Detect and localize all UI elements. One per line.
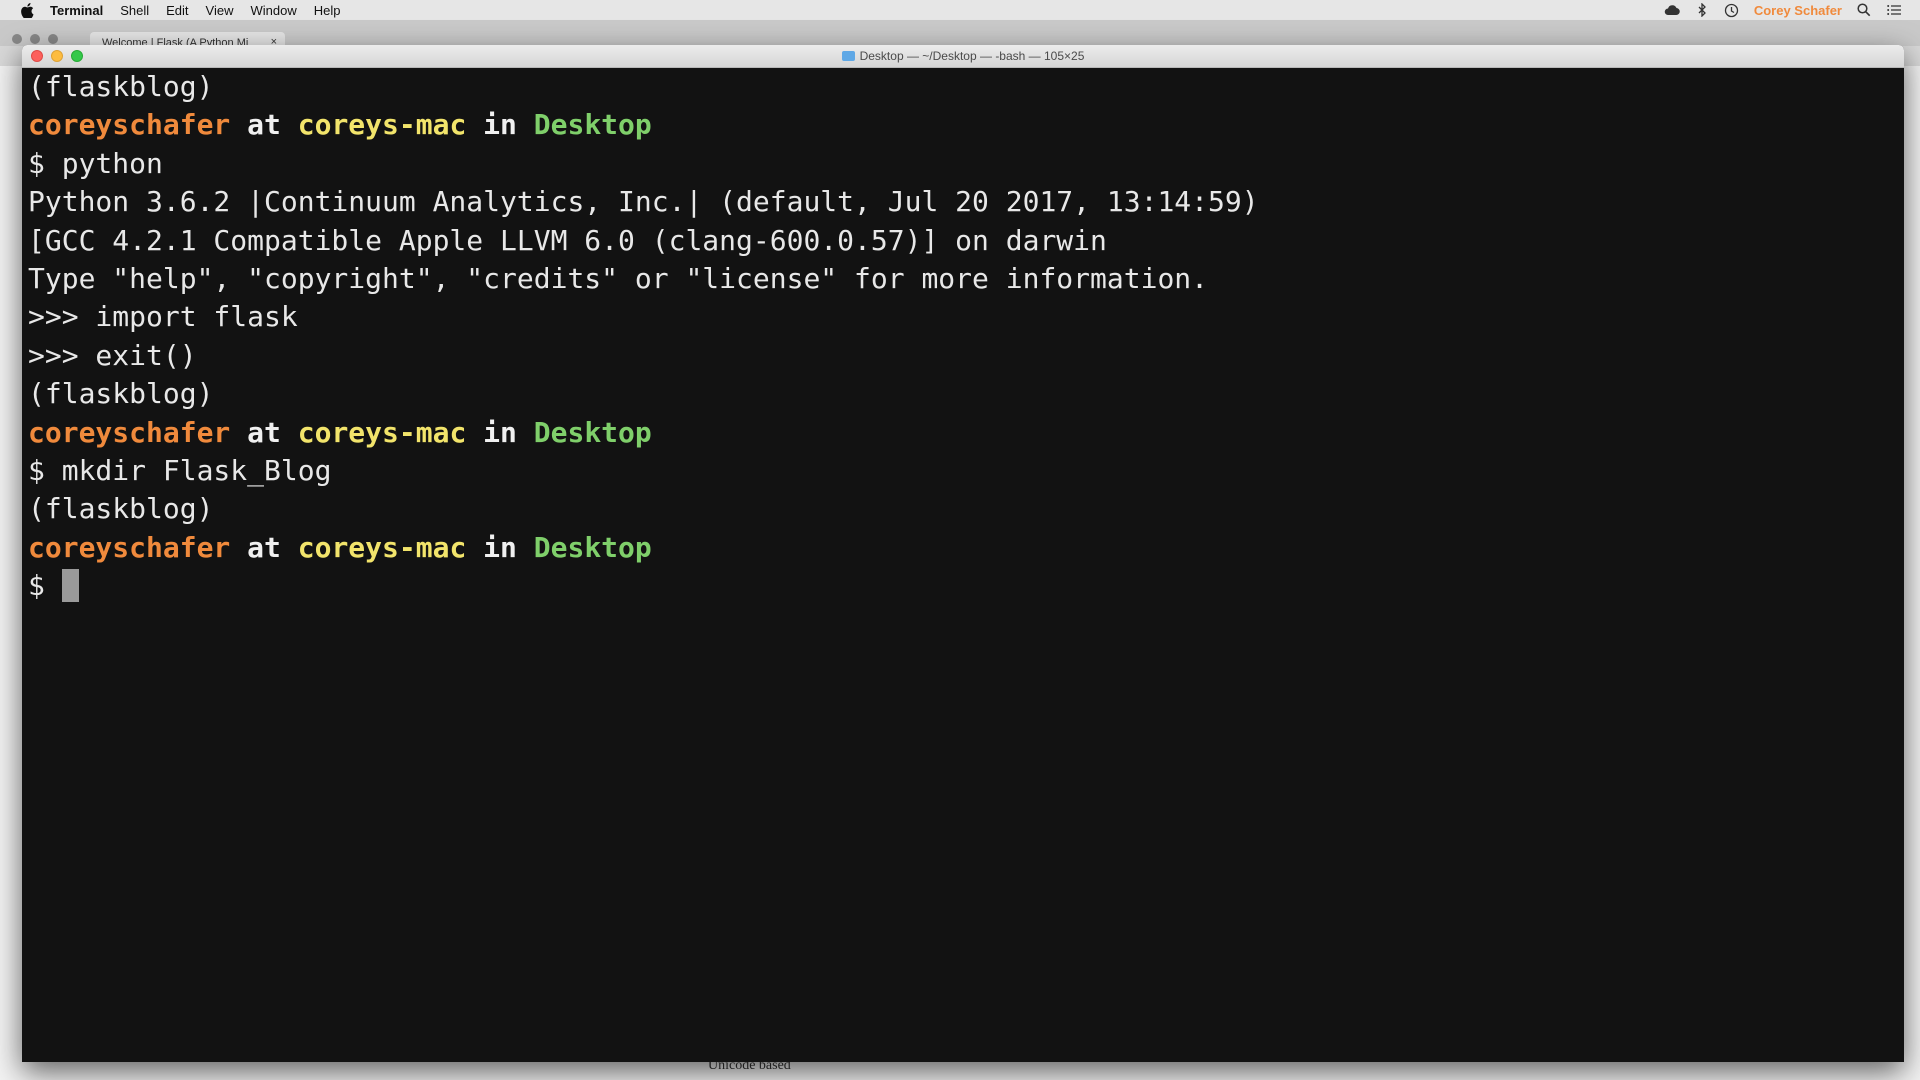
output-line: [GCC 4.2.1 Compatible Apple LLVM 6.0 (cl… — [28, 223, 1107, 257]
maximize-icon[interactable] — [48, 34, 58, 44]
prompt-line: coreyschafer at coreys-mac in Desktop — [28, 414, 1898, 452]
prompt-in: in — [466, 108, 534, 142]
prompt-user: coreyschafer — [28, 415, 231, 449]
prompt-user: coreyschafer — [28, 108, 231, 142]
terminal-window: Desktop — ~/Desktop — -bash — 105×25 (fl… — [22, 45, 1904, 1062]
menu-bar: Terminal Shell Edit View Window Help Cor… — [0, 0, 1920, 20]
browser-tabstrip: Welcome | Flask (A Python Mi × — [0, 20, 1920, 54]
maximize-icon[interactable] — [71, 50, 83, 62]
terminal-output[interactable]: (flaskblog) coreyschafer at coreys-mac in… — [22, 68, 1904, 1062]
prompt-line: coreyschafer at coreys-mac in Desktop — [28, 529, 1898, 567]
prompt-symbol: $ — [28, 569, 62, 603]
output-line: (flaskblog) — [28, 492, 214, 526]
minimize-icon[interactable] — [30, 34, 40, 44]
prompt-in: in — [466, 530, 534, 564]
prompt-host: coreys-mac — [297, 530, 467, 564]
menu-app-terminal[interactable]: Terminal — [50, 3, 103, 18]
output-line: (flaskblog) — [28, 377, 214, 411]
prompt-line: coreyschafer at coreys-mac in Desktop — [28, 106, 1898, 144]
close-icon[interactable] — [31, 50, 43, 62]
spotlight-icon[interactable] — [1856, 2, 1872, 18]
user-name[interactable]: Corey Schafer — [1754, 3, 1842, 18]
output-line: Python 3.6.2 |Continuum Analytics, Inc.|… — [28, 185, 1259, 219]
prompt-directory: Desktop — [533, 530, 652, 564]
menu-view[interactable]: View — [206, 3, 234, 18]
apple-icon[interactable] — [20, 2, 34, 18]
prompt-at: at — [230, 530, 298, 564]
prompt-at: at — [230, 108, 298, 142]
prompt-directory: Desktop — [533, 415, 652, 449]
bluetooth-icon[interactable] — [1694, 2, 1710, 18]
close-icon[interactable] — [12, 34, 22, 44]
output-line: Type "help", "copyright", "credits" or "… — [28, 261, 1209, 295]
prompt-host: coreys-mac — [297, 415, 467, 449]
prompt-in: in — [466, 415, 534, 449]
menu-help[interactable]: Help — [314, 3, 341, 18]
prompt-user: coreyschafer — [28, 530, 231, 564]
output-line: $ mkdir Flask_Blog — [28, 453, 332, 487]
output-line: >>> exit() — [28, 338, 197, 372]
output-line: $ python — [28, 146, 163, 180]
browser-window-controls — [12, 34, 66, 44]
prompt-at: at — [230, 415, 298, 449]
minimize-icon[interactable] — [51, 50, 63, 62]
creative-cloud-icon[interactable] — [1664, 2, 1680, 18]
folder-icon — [841, 51, 855, 61]
terminal-title: Desktop — ~/Desktop — -bash — 105×25 — [859, 49, 1085, 63]
terminal-window-controls — [31, 50, 91, 62]
menu-window[interactable]: Window — [251, 3, 297, 18]
input-line: $ — [28, 567, 1898, 605]
output-line: (flaskblog) — [28, 70, 214, 103]
prompt-directory: Desktop — [533, 108, 652, 142]
menu-shell[interactable]: Shell — [120, 3, 149, 18]
terminal-titlebar[interactable]: Desktop — ~/Desktop — -bash — 105×25 — [22, 45, 1904, 68]
output-line: >>> import flask — [28, 300, 298, 334]
status-area: Corey Schafer — [1650, 0, 1902, 20]
menu-edit[interactable]: Edit — [166, 3, 188, 18]
time-machine-icon[interactable] — [1724, 2, 1740, 18]
terminal-cursor[interactable] — [61, 568, 79, 602]
notification-center-icon[interactable] — [1886, 2, 1902, 18]
prompt-host: coreys-mac — [297, 108, 467, 142]
